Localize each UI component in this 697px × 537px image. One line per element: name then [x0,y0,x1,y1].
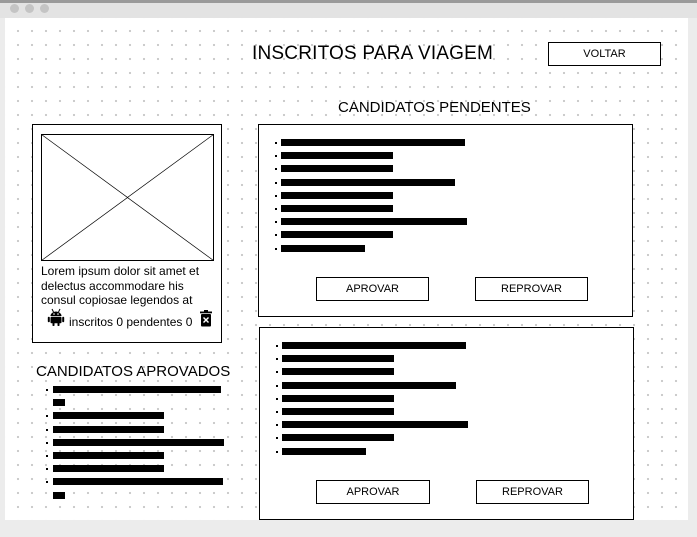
pending-section-title: CANDIDATOS PENDENTES [338,99,531,116]
placeholder-text-line [282,408,394,415]
approved-candidates-list [46,386,231,504]
list-bullet [275,168,277,171]
back-button[interactable]: VOLTAR [548,42,661,66]
window-control-maximize[interactable] [40,4,49,13]
placeholder-text-line [281,139,465,146]
list-bullet [275,194,277,197]
list-bullet [46,468,48,471]
placeholder-text-line [282,381,456,389]
list-bullet [276,437,278,440]
android-icon [47,308,65,326]
window-control-minimize[interactable] [25,4,34,13]
pending-candidate-card: APROVAR REPROVAR [259,327,634,520]
approve-button[interactable]: APROVAR [316,480,430,504]
profile-stats: inscritos 0 pendentes 0 [43,306,215,330]
placeholder-text-line [53,399,65,407]
placeholder-text-line [282,421,468,429]
placeholder-text-line [53,412,164,420]
placeholder-text-line [53,452,164,459]
list-bullet [46,455,48,457]
approve-button[interactable]: APROVAR [316,277,429,301]
placeholder-text-line [53,438,224,446]
list-bullet [276,345,278,347]
placeholder-text-line [281,231,393,239]
trash-icon[interactable] [199,310,213,327]
placeholder-text-line [282,368,394,376]
list-bullet [276,397,278,400]
list-bullet [46,481,48,484]
placeholder-text-line [281,218,467,226]
profile-stats-text: inscritos 0 pendentes 0 [69,315,193,329]
list-bullet [275,247,277,250]
placeholder-text-line [53,425,164,433]
window-control-close[interactable] [10,4,19,13]
approved-section-title: CANDIDATOS APROVADOS [36,363,231,380]
page-title: INSCRITOS PARA VIAGEM [252,43,494,64]
placeholder-text-line [282,342,466,349]
list-bullet [276,424,278,427]
list-bullet [275,221,277,224]
placeholder-text-line [281,178,455,186]
placeholder-text-line [281,191,393,199]
placeholder-text-line [282,394,394,402]
list-bullet [46,428,48,431]
image-placeholder-icon [41,134,214,261]
list-bullet [275,181,277,184]
placeholder-text-line [53,465,164,473]
list-bullet [275,155,277,158]
list-bullet [276,384,278,387]
placeholder-text-line [53,478,223,486]
list-bullet [276,450,278,453]
placeholder-text-line [281,165,393,173]
list-bullet [276,371,278,374]
profile-description: Lorem ipsum dolor sit amet et delectus a… [41,264,200,307]
list-bullet [275,142,277,144]
placeholder-text-line [282,434,394,442]
placeholder-text-line [282,447,366,455]
pending-candidate-card: APROVAR REPROVAR [258,124,633,317]
list-bullet [275,234,277,237]
list-bullet [46,389,48,391]
placeholder-text-line [53,386,221,393]
placeholder-text-line [282,355,394,363]
list-bullet [46,415,48,418]
reject-button[interactable]: REPROVAR [476,480,589,504]
list-bullet [276,411,278,413]
window-chrome [0,0,697,18]
list-bullet [46,441,48,444]
placeholder-text-line [281,152,393,160]
list-bullet [276,358,278,361]
reject-button[interactable]: REPROVAR [475,277,588,301]
placeholder-text-line [281,205,393,212]
placeholder-text-line [53,491,65,499]
list-bullet [275,208,277,210]
placeholder-text-line [281,244,365,252]
profile-card: Lorem ipsum dolor sit amet et delectus a… [32,124,222,343]
